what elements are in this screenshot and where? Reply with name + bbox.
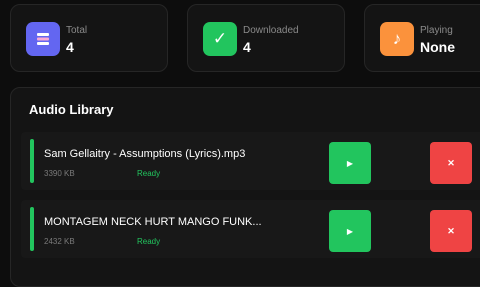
track-row: Sam Gellaitry - Assumptions (Lyrics).mp3…	[21, 132, 480, 190]
play-button[interactable]: ▶	[329, 210, 371, 252]
track-size: 3390 KB	[44, 169, 75, 178]
track-status-bar	[30, 139, 34, 183]
delete-button[interactable]: ✕	[430, 210, 472, 252]
library-title: Audio Library	[29, 102, 114, 117]
music-note-icon: ♪	[380, 22, 414, 56]
stack-icon	[26, 22, 60, 56]
play-icon: ▶	[346, 158, 354, 168]
track-title: MONTAGEM NECK HURT MANGO FUNK...	[44, 216, 262, 228]
stat-label-playing: Playing	[420, 25, 453, 36]
track-row: MONTAGEM NECK HURT MANGO FUNK... 2432 KB…	[21, 200, 480, 258]
checkmark-icon: ✓	[203, 22, 237, 56]
stats-row: Total 4 ✓ Downloaded 4 ♪ Playing None	[10, 4, 480, 72]
track-status: Ready	[137, 237, 161, 246]
track-size: 2432 KB	[44, 237, 75, 246]
stat-value-total: 4	[66, 39, 74, 55]
play-icon: ▶	[346, 226, 354, 236]
track-status: Ready	[137, 169, 161, 178]
close-icon: ✕	[447, 157, 455, 168]
stack-icon-svg	[37, 33, 49, 45]
stat-card-total: Total 4	[10, 4, 168, 72]
stat-card-playing: ♪ Playing None	[364, 4, 480, 72]
play-button[interactable]: ▶	[329, 142, 371, 184]
stat-label-total: Total	[66, 25, 88, 36]
delete-button[interactable]: ✕	[430, 142, 472, 184]
stat-value-downloaded: 4	[243, 39, 251, 55]
track-title: Sam Gellaitry - Assumptions (Lyrics).mp3	[44, 148, 246, 160]
audio-library-panel: Audio Library Sam Gellaitry - Assumption…	[10, 87, 480, 287]
stat-value-playing: None	[420, 39, 455, 55]
stat-label-downloaded: Downloaded	[243, 25, 299, 36]
track-status-bar	[30, 207, 34, 251]
stat-card-downloaded: ✓ Downloaded 4	[187, 4, 345, 72]
close-icon: ✕	[447, 225, 455, 236]
